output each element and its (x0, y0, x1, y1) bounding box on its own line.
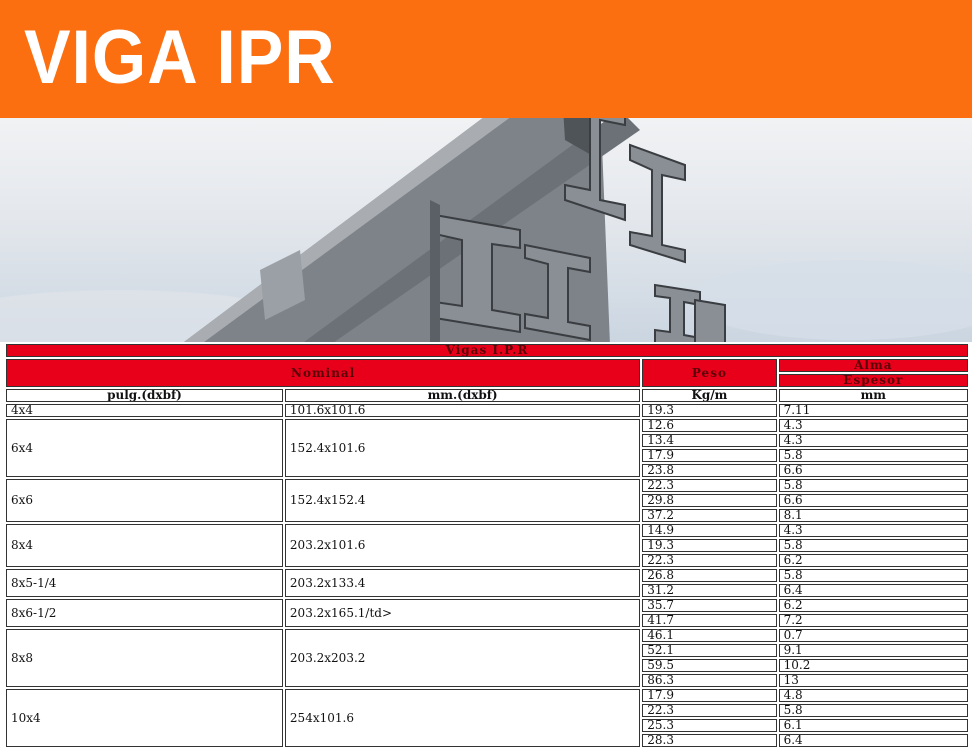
espesor-cell: 13 (778, 674, 968, 687)
table-row: 6x6 152.4x152.4 22.3 5.8 (6, 479, 968, 522)
espesor-cell: 0.7 (778, 629, 968, 642)
espesor-cell: 4.3 (778, 434, 968, 447)
espesor-cell: 4.3 (778, 419, 968, 432)
espesor-cell: 6.1 (778, 719, 968, 732)
table-row: 6x4 152.4x101.6 12.6 4.3 (6, 419, 968, 477)
mm-cell: 203.2x203.2 (284, 629, 641, 687)
kg-cell: 41.7 (642, 614, 777, 627)
espesor-cell: 5.8 (778, 449, 968, 462)
kg-cell: 46.1 (642, 629, 777, 642)
kg-cell: 35.7 (642, 599, 777, 612)
kg-cell: 23.8 (642, 464, 777, 477)
espesor-cell: 6.4 (778, 734, 968, 747)
espesor-cell: 4.8 (778, 689, 968, 702)
kg-cell: 22.3 (642, 479, 777, 492)
pulg-cell: 8x8 (6, 629, 283, 687)
espesor-cell: 5.8 (778, 539, 968, 552)
mm-cell: 254x101.6 (284, 689, 641, 747)
pulg-cell: 8x6-1/2 (6, 599, 283, 627)
beam-specs-table: Vigas I.P.R Nominal Peso Alma Espesor pu… (4, 342, 970, 749)
kg-cell: 37.2 (642, 509, 777, 522)
pulg-cell: 6x4 (6, 419, 283, 477)
kg-cell: 26.8 (642, 569, 777, 582)
kg-cell: 14.9 (642, 524, 777, 537)
espesor-cell: 6.6 (778, 464, 968, 477)
mm-cell: 203.2x133.4 (284, 569, 641, 597)
kg-cell: 29.8 (642, 494, 777, 507)
alma-header: Alma (778, 359, 968, 372)
beam-specs-table-wrap: Vigas I.P.R Nominal Peso Alma Espesor pu… (0, 342, 972, 747)
steel-beams-illustration (0, 118, 972, 350)
kg-cell: 25.3 (642, 719, 777, 732)
espesor-cell: 5.8 (778, 704, 968, 717)
mm-cell: 152.4x152.4 (284, 479, 641, 522)
table-caption: Vigas I.P.R (6, 344, 968, 357)
kg-cell: 22.3 (642, 704, 777, 717)
espesor-cell: 6.2 (778, 599, 968, 612)
kg-cell: 17.9 (642, 689, 777, 702)
kg-cell: 28.3 (642, 734, 777, 747)
page-title: VIGA IPR (24, 15, 336, 100)
pulg-cell: 8x5-1/4 (6, 569, 283, 597)
pulg-cell: 10x4 (6, 689, 283, 747)
espesor-cell: 5.8 (778, 479, 968, 492)
espesor-mm-column-header: mm (778, 389, 968, 402)
espesor-cell: 6.2 (778, 554, 968, 567)
table-row: 8x4 203.2x101.6 14.9 4.3 (6, 524, 968, 567)
pulg-cell: 8x4 (6, 524, 283, 567)
mm-cell: 203.2x165.1/td> (284, 599, 641, 627)
espesor-cell: 6.4 (778, 584, 968, 597)
mm-cell: 203.2x101.6 (284, 524, 641, 567)
kg-cell: 17.9 (642, 449, 777, 462)
table-row: 8x6-1/2 203.2x165.1/td> 35.7 6.2 (6, 599, 968, 627)
kg-cell: 52.1 (642, 644, 777, 657)
table-row: 8x5-1/4 203.2x133.4 26.8 5.8 (6, 569, 968, 597)
pulg-cell: 4x4 (6, 404, 283, 417)
espesor-cell: 5.8 (778, 569, 968, 582)
espesor-cell: 7.11 (778, 404, 968, 417)
nominal-header: Nominal (6, 359, 641, 387)
espesor-cell: 10.2 (778, 659, 968, 672)
espesor-cell: 8.1 (778, 509, 968, 522)
table-row: 10x4 254x101.6 17.9 4.8 (6, 689, 968, 747)
espesor-cell: 6.6 (778, 494, 968, 507)
peso-header: Peso (642, 359, 777, 387)
espesor-header: Espesor (778, 374, 968, 387)
kg-cell: 22.3 (642, 554, 777, 567)
espesor-cell: 7.2 (778, 614, 968, 627)
table-row: 8x8 203.2x203.2 46.1 0.7 (6, 629, 968, 687)
mm-cell: 101.6x101.6 (284, 404, 641, 417)
steel-beams-photo (0, 118, 972, 350)
title-banner: VIGA IPR (0, 0, 972, 118)
kg-cell: 12.6 (642, 419, 777, 432)
kg-cell: 19.3 (642, 404, 777, 417)
kg-column-header: Kg/m (642, 389, 777, 402)
espesor-cell: 4.3 (778, 524, 968, 537)
kg-cell: 31.2 (642, 584, 777, 597)
kg-cell: 19.3 (642, 539, 777, 552)
espesor-cell: 9.1 (778, 644, 968, 657)
pulg-cell: 6x6 (6, 479, 283, 522)
mm-column-header: mm.(dxbf) (284, 389, 641, 402)
pulg-column-header: pulg.(dxbf) (6, 389, 283, 402)
kg-cell: 59.5 (642, 659, 777, 672)
table-row: 4x4 101.6x101.6 19.3 7.11 (6, 404, 968, 417)
beam-table-body: 4x4 101.6x101.6 19.3 7.11 6x4 152.4x101.6 12.6… (6, 404, 968, 747)
kg-cell: 86.3 (642, 674, 777, 687)
kg-cell: 13.4 (642, 434, 777, 447)
mm-cell: 152.4x101.6 (284, 419, 641, 477)
